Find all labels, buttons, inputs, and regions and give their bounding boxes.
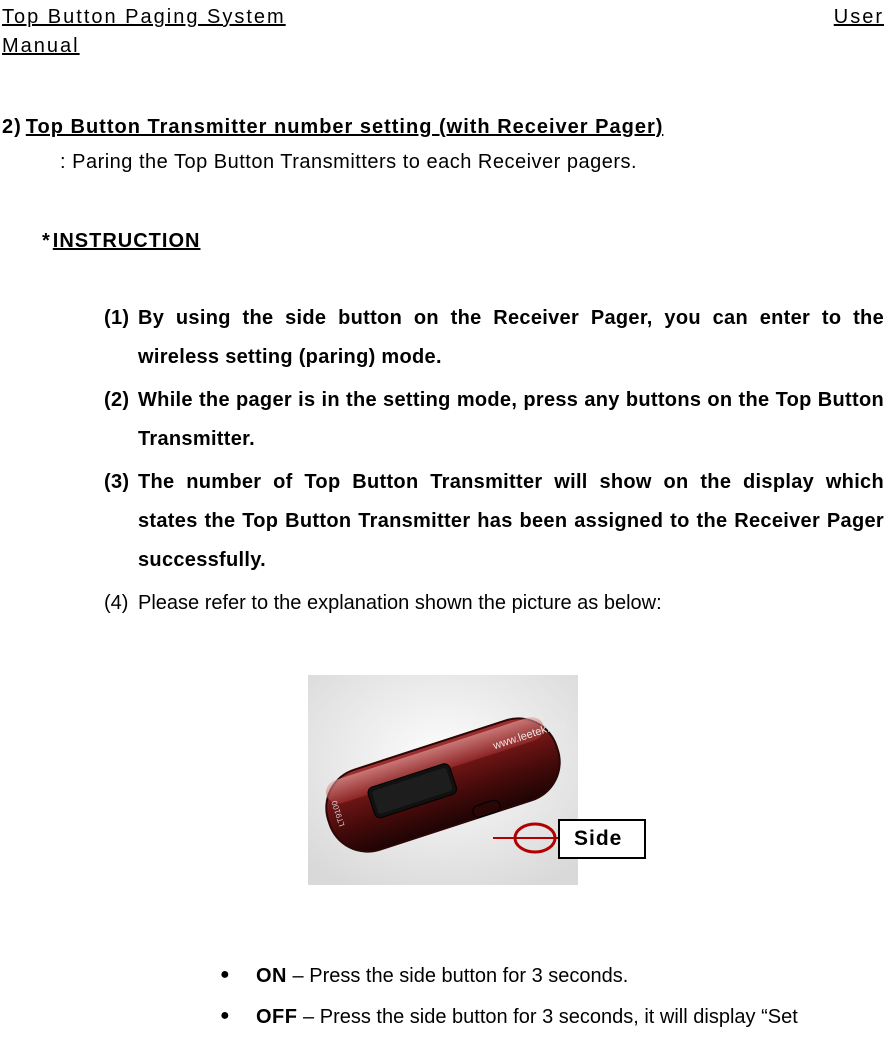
bullet-list: ● ON – Press the side button for 3 secon… — [220, 957, 884, 1037]
item-text: By using the side button on the Receiver… — [138, 299, 884, 377]
callout-connector-line — [493, 837, 560, 839]
section-number: 2) — [2, 116, 22, 138]
instruction-label: INSTRUCTION — [53, 230, 201, 252]
item-text: The number of Top Button Transmitter wil… — [138, 463, 884, 580]
item-number: (1) — [104, 299, 138, 377]
callout-label-text: Side — [574, 827, 622, 850]
bullet-content: ON – Press the side button for 3 seconds… — [256, 957, 884, 996]
item-number: (3) — [104, 463, 138, 580]
running-header-line2: Manual — [2, 35, 884, 58]
section-title: Top Button Transmitter number setting (w… — [26, 116, 664, 138]
asterisk-icon: * — [42, 230, 51, 252]
list-item: (3) The number of Top Button Transmitter… — [104, 463, 884, 580]
item-number: (4) — [104, 584, 138, 623]
item-number: (2) — [104, 381, 138, 459]
bullet-lead: OFF — [256, 1006, 298, 1028]
list-item: ● OFF – Press the side button for 3 seco… — [220, 998, 884, 1037]
list-item: (2) While the pager is in the setting mo… — [104, 381, 884, 459]
receiver-pager-image: www.leetek.org LT9100 — [308, 675, 578, 885]
bullet-icon: ● — [220, 957, 256, 996]
header-right: User — [834, 6, 884, 29]
bullet-lead: ON — [256, 965, 287, 987]
instruction-list: (1) By using the side button on the Rece… — [104, 299, 884, 623]
running-header-line1: Top Button Paging System User — [2, 6, 884, 29]
item-text: While the pager is in the setting mode, … — [138, 381, 884, 459]
bullet-rest: – Press the side button for 3 seconds. — [287, 965, 628, 987]
bullet-rest: – Press the side button for 3 seconds, i… — [298, 1006, 798, 1028]
section-description: : Paring the Top Button Transmitters to … — [60, 151, 884, 174]
instruction-heading: *INSTRUCTION — [42, 230, 884, 253]
item-text: Please refer to the explanation shown th… — [138, 584, 884, 623]
figure: www.leetek.org LT9100 Side — [2, 675, 884, 895]
bullet-content: OFF – Press the side button for 3 second… — [256, 998, 884, 1037]
header-left: Top Button Paging System — [2, 6, 286, 29]
callout-label-box: Side — [558, 819, 646, 859]
bullet-icon: ● — [220, 998, 256, 1037]
list-item: (4) Please refer to the explanation show… — [104, 584, 884, 623]
section-heading: 2)Top Button Transmitter number setting … — [2, 116, 884, 139]
list-item: (1) By using the side button on the Rece… — [104, 299, 884, 377]
list-item: ● ON – Press the side button for 3 secon… — [220, 957, 884, 996]
document-page: Top Button Paging System User Manual 2)T… — [0, 0, 886, 1037]
